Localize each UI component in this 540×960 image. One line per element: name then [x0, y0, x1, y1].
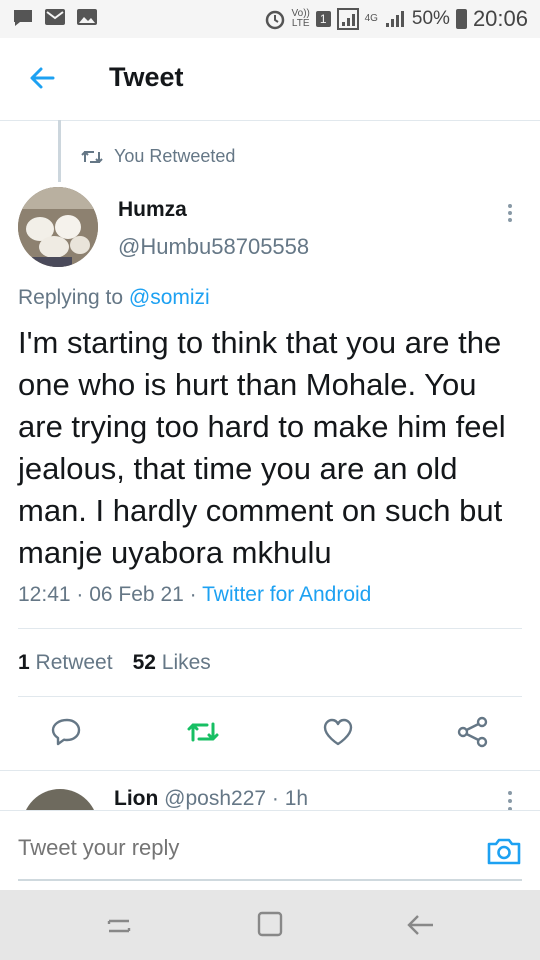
avatar-photo — [18, 187, 98, 267]
recent-apps-button[interactable] — [101, 908, 137, 942]
camera-button[interactable] — [486, 835, 522, 867]
like-button[interactable] — [320, 714, 356, 750]
signal-icon — [336, 8, 359, 30]
tweet-meta: 12:41 · 06 Feb 21 · Twitter for Android — [18, 583, 372, 606]
page-title: Tweet — [109, 62, 184, 92]
tweet-time: 12:41 — [18, 583, 71, 606]
alarm-icon — [265, 10, 284, 30]
gallery-icon — [77, 9, 97, 25]
recent-apps-icon — [107, 919, 131, 933]
signal-bars-icon — [385, 11, 404, 27]
like-count-link[interactable]: 52 Likes — [133, 651, 211, 675]
replying-to: Replying to @somizi — [18, 286, 210, 309]
back-icon — [407, 915, 433, 935]
more-options-button[interactable] — [500, 198, 520, 226]
clock: 20:06 — [472, 6, 528, 31]
camera-icon — [487, 838, 521, 865]
gmail-icon — [45, 9, 65, 25]
author-name[interactable]: Humza — [118, 198, 187, 222]
tweet-source-link[interactable]: Twitter for Android — [202, 583, 371, 606]
retweet-banner: You Retweeted — [80, 146, 235, 167]
share-icon — [457, 716, 488, 748]
reply-icon — [51, 718, 81, 746]
reply-more-options-button[interactable] — [500, 789, 520, 811]
notification-icons — [12, 8, 98, 28]
status-bar: Vo)) LTE 1 4G 50% 20:06 — [0, 0, 540, 38]
retweet-icon — [81, 150, 103, 163]
home-icon — [257, 911, 283, 937]
retweet-icon — [187, 722, 219, 742]
reply-button[interactable] — [49, 714, 85, 750]
replying-to-link[interactable]: @somizi — [129, 286, 210, 309]
thread-connector — [58, 120, 61, 182]
system-back-button[interactable] — [403, 908, 439, 942]
volte-indicator: Vo)) LTE — [291, 8, 310, 29]
system-nav-bar — [0, 890, 540, 960]
avatar[interactable] — [18, 187, 98, 267]
battery-percent: 50% — [411, 8, 450, 29]
retweet-button[interactable] — [185, 714, 221, 750]
reply-preview[interactable]: Lion @posh227 · 1h — [0, 770, 540, 811]
sim-badge: 1 — [315, 11, 331, 27]
message-icon — [14, 10, 32, 26]
arrow-left-icon — [30, 67, 55, 89]
reply-compose-bar — [0, 810, 540, 891]
network-type: 4G — [364, 13, 378, 24]
home-button[interactable] — [252, 908, 288, 942]
battery-icon — [455, 9, 467, 29]
reply-avatar[interactable] — [22, 789, 98, 811]
tweet-stats: 1 Retweet 52 Likes — [18, 651, 211, 675]
system-indicators: Vo)) LTE 1 4G 50% 20:06 — [264, 6, 528, 32]
reply-input[interactable] — [18, 835, 458, 861]
back-button[interactable] — [26, 62, 58, 94]
divider — [18, 696, 522, 697]
author-handle[interactable]: @Humbu58705558 — [118, 234, 309, 260]
reply-input-underline — [18, 879, 522, 881]
reply-author: Lion @posh227 · 1h — [114, 787, 309, 810]
heart-icon — [323, 718, 353, 746]
tweet-text: I'm starting to think that you are the o… — [18, 325, 506, 570]
retweet-banner-text: You Retweeted — [114, 146, 236, 166]
tweet-date: 06 Feb 21 — [89, 583, 184, 606]
retweet-count-link[interactable]: 1 Retweet — [18, 651, 113, 675]
divider — [18, 628, 522, 629]
app-header: Tweet — [0, 38, 540, 121]
share-button[interactable] — [455, 714, 491, 750]
